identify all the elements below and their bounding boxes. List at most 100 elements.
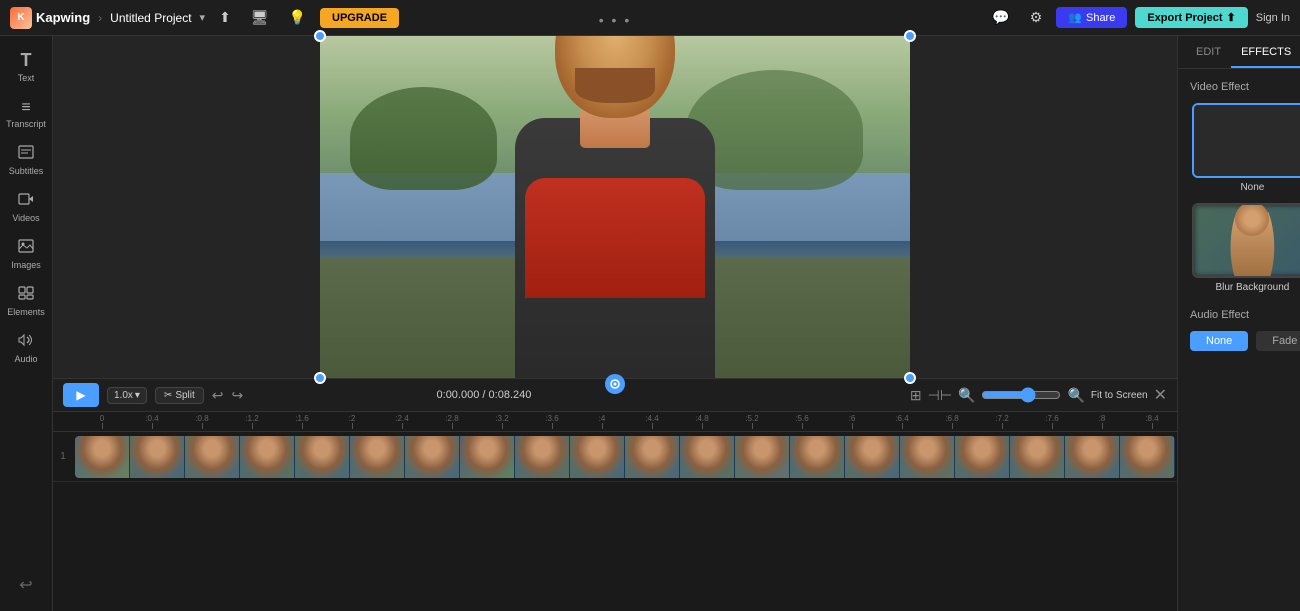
sidebar-item-videos[interactable]: Videos <box>0 186 52 229</box>
signin-button[interactable]: Sign In <box>1256 12 1290 24</box>
effect-none-label: None <box>1240 182 1264 193</box>
film-frame <box>955 436 1010 478</box>
handle-top-left[interactable] <box>314 30 326 42</box>
effect-blur-bg-thumb <box>1192 203 1300 278</box>
filmstrip <box>75 436 1175 478</box>
effects-grid: None Remove Backgr <box>1190 103 1300 293</box>
sidebar-label-audio: Audio <box>14 354 37 364</box>
film-frame <box>625 436 680 478</box>
zoom-slider[interactable] <box>981 387 1061 403</box>
chat-button[interactable]: 💬 <box>986 6 1015 29</box>
video-effect-title: Video Effect <box>1190 81 1300 93</box>
speed-button[interactable]: 1.0x ▾ <box>107 387 147 404</box>
upload-button[interactable]: ⬆ <box>213 6 237 29</box>
film-frame <box>515 436 570 478</box>
right-panel: EDIT EFFECTS TRANSITIONS TIMING Video Ef… <box>1177 36 1300 611</box>
effect-blur-bg[interactable]: Blur Background <box>1190 203 1300 293</box>
sidebar-label-transcript: Transcript <box>6 119 46 129</box>
timeline-ruler: 0 :0.4 :0.8 :1.2 :1.6 :2 :2.4 :2.8 :3.2 … <box>53 412 1177 432</box>
settings-button[interactable]: ⚙ <box>1024 6 1049 29</box>
sidebar-item-audio[interactable]: Audio <box>0 327 52 370</box>
track-row-1: 1 <box>53 432 1177 482</box>
audio-none-button[interactable]: None <box>1190 331 1248 351</box>
undo-timeline-button[interactable]: ↩ <box>212 387 224 404</box>
film-frame <box>75 436 130 478</box>
sidebar-item-transcript[interactable]: ≡ Transcript <box>0 93 52 135</box>
ruler-mark: :6 <box>827 414 877 429</box>
logo-icon: K <box>10 7 32 29</box>
ruler-mark: :6.4 <box>877 414 927 429</box>
panel-content: Video Effect None <box>1178 69 1300 611</box>
sidebar-label-videos: Videos <box>12 213 39 223</box>
undo-button[interactable]: ↩ <box>19 575 32 603</box>
film-frame <box>900 436 955 478</box>
film-frame <box>350 436 405 478</box>
elements-icon <box>18 286 34 305</box>
track-clip[interactable] <box>75 436 1175 478</box>
fit-screen-button[interactable]: Fit to Screen <box>1091 390 1148 401</box>
ruler-mark: :3.6 <box>527 414 577 429</box>
audio-fade-button[interactable]: Fade <box>1256 331 1300 351</box>
video-frame <box>320 36 910 378</box>
speed-value: 1.0x <box>114 390 133 401</box>
handle-bottom-left[interactable] <box>314 372 326 384</box>
sidebar-label-text: Text <box>18 73 35 83</box>
sidebar-item-subtitles[interactable]: Subtitles <box>0 139 52 182</box>
speed-dropdown-icon: ▾ <box>135 390 140 401</box>
audio-effect-title: Audio Effect <box>1190 309 1300 321</box>
redo-timeline-button[interactable]: ↪ <box>232 387 244 404</box>
close-timeline-button[interactable]: ✕ <box>1154 385 1167 405</box>
handle-bottom-right[interactable] <box>904 372 916 384</box>
app-logo: K Kapwing <box>10 7 90 29</box>
film-frame <box>845 436 900 478</box>
bulb-button[interactable]: 💡 <box>283 6 312 29</box>
ruler-mark: :7.2 <box>977 414 1027 429</box>
transform-handle[interactable] <box>605 374 625 394</box>
ruler-mark: :2 <box>327 414 377 429</box>
effect-none[interactable]: None <box>1190 103 1300 193</box>
canvas-timeline-wrapper: • • • ▶ 1.0x ▾ ✂ Split ↩ <box>53 36 1177 611</box>
main-layout: T Text ≡ Transcript Subtitles <box>0 36 1300 611</box>
upgrade-button[interactable]: UPGRADE <box>320 8 399 28</box>
images-icon <box>18 239 34 258</box>
project-dropdown-icon[interactable]: ▾ <box>200 11 206 24</box>
film-frame <box>735 436 790 478</box>
ruler-marks: 0 :0.4 :0.8 :1.2 :1.6 :2 :2.4 :2.8 :3.2 … <box>77 412 1177 431</box>
ruler-mark: :1.6 <box>277 414 327 429</box>
ruler-mark: :4.4 <box>627 414 677 429</box>
ruler-mark: :3.2 <box>477 414 527 429</box>
film-frame <box>295 436 350 478</box>
film-frame <box>185 436 240 478</box>
audio-icon <box>18 333 34 352</box>
export-button[interactable]: Export Project ⬆ <box>1135 7 1247 28</box>
ruler-mark: :4 <box>577 414 627 429</box>
ruler-mark: :8 <box>1077 414 1127 429</box>
video-canvas[interactable]: • • • <box>320 36 910 378</box>
videos-icon <box>18 192 34 211</box>
tab-effects[interactable]: EFFECTS <box>1231 36 1300 68</box>
monitor-button[interactable]: 🖥 <box>245 6 275 29</box>
ruler-mark: :0.4 <box>127 414 177 429</box>
canvas-area: • • • <box>53 36 1177 378</box>
ruler-mark: :1.2 <box>227 414 277 429</box>
film-frame <box>405 436 460 478</box>
none-thumb-inner <box>1194 105 1300 176</box>
ruler-mark: :8.4 <box>1127 414 1177 429</box>
app-name: Kapwing <box>36 10 90 25</box>
sidebar-item-elements[interactable]: Elements <box>0 280 52 323</box>
film-frame <box>1065 436 1120 478</box>
handle-top-right[interactable] <box>904 30 916 42</box>
film-frame <box>1120 436 1175 478</box>
share-button[interactable]: 👥 Share <box>1056 7 1127 28</box>
sidebar-label-subtitles: Subtitles <box>9 166 44 176</box>
audio-buttons: None Fade <box>1190 331 1300 351</box>
film-frame <box>790 436 845 478</box>
split-button[interactable]: ✂ Split <box>155 387 204 404</box>
play-button[interactable]: ▶ <box>63 383 99 407</box>
film-frame <box>130 436 185 478</box>
more-options-handle[interactable]: • • • <box>599 12 631 28</box>
sidebar-item-images[interactable]: Images <box>0 233 52 276</box>
sidebar-item-text[interactable]: T Text <box>0 44 52 89</box>
effect-none-thumb <box>1192 103 1300 178</box>
tab-edit[interactable]: EDIT <box>1186 36 1231 68</box>
